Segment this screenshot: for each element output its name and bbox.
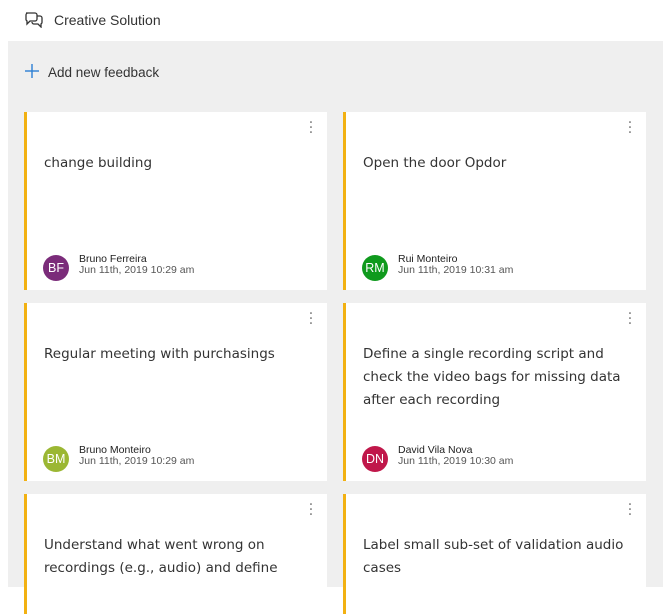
more-options-icon[interactable]: · · · [626, 116, 634, 140]
chat-bubbles-icon [24, 10, 44, 31]
add-feedback-label: Add new feedback [48, 64, 160, 80]
plus-icon [24, 63, 40, 82]
feedback-date: Jun 11th, 2019 10:31 am [398, 264, 514, 276]
more-options-icon[interactable]: · · · [626, 498, 634, 522]
avatar: BF [43, 255, 69, 281]
feedback-card[interactable]: · · · Label small sub-set of validation au… [343, 494, 646, 614]
more-options-icon[interactable]: · · · [307, 498, 315, 522]
author-info: RM Rui Monteiro Jun 11th, 2019 10:31 am [362, 252, 514, 281]
avatar: DN [362, 446, 388, 472]
avatar: RM [362, 255, 388, 281]
feedback-card[interactable]: · · · change building BF Bruno Ferreira Ju… [24, 112, 327, 290]
feedback-text: Regular meeting with purchasings [44, 346, 275, 362]
feedback-text: change building [44, 155, 153, 171]
feedback-text: Define a single recording script and che… [363, 346, 621, 408]
page-title: Creative Solution [54, 12, 161, 28]
feedback-panel: Add new feedback · · · change building BF … [8, 41, 663, 614]
author-info: DN David Vila Nova Jun 11th, 2019 10:30 … [362, 443, 514, 472]
feedback-card[interactable]: · · · Regular meeting with purchasings BM … [24, 303, 327, 481]
feedback-date: Jun 11th, 2019 10:29 am [79, 455, 195, 467]
more-options-icon[interactable]: · · · [307, 307, 315, 331]
feedback-date: Jun 11th, 2019 10:29 am [79, 264, 195, 276]
author-info: BF Bruno Ferreira Jun 11th, 2019 10:29 a… [43, 252, 195, 281]
feedback-text: Label small sub-set of validation audio … [363, 537, 624, 576]
feedback-date: Jun 11th, 2019 10:30 am [398, 455, 514, 467]
avatar: BM [43, 446, 69, 472]
feedback-text: Open the door Opdor [363, 155, 507, 171]
more-options-icon[interactable]: · · · [626, 307, 634, 331]
page-header: Creative Solution [24, 8, 161, 32]
feedback-card[interactable]: · · · Open the door Opdor RM Rui Monteiro … [343, 112, 646, 290]
add-feedback-button[interactable]: Add new feedback [24, 61, 159, 83]
more-options-icon[interactable]: · · · [307, 116, 315, 140]
feedback-text: Understand what went wrong on recordings… [44, 537, 278, 576]
feedback-card[interactable]: · · · Define a single recording script and… [343, 303, 646, 481]
feedback-card[interactable]: · · · Understand what went wrong on record… [24, 494, 327, 614]
author-info: BM Bruno Monteiro Jun 11th, 2019 10:29 a… [43, 443, 195, 472]
